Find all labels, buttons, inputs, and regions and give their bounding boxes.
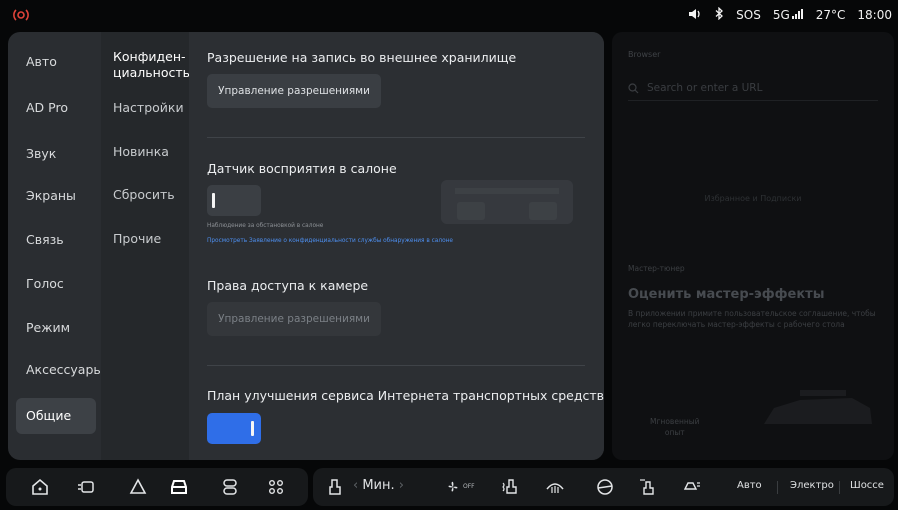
volume-icon	[688, 8, 702, 23]
bluetooth-icon	[714, 6, 724, 23]
nav-item-mode[interactable]: Режим	[16, 310, 96, 346]
divider	[207, 365, 585, 366]
tuner-title[interactable]: Оценить мастер-эффекты	[628, 287, 824, 302]
apps-icon[interactable]	[266, 477, 286, 497]
drive-mode-auto[interactable]: Авто	[737, 480, 762, 491]
divider	[207, 137, 585, 138]
subnav-item-reset[interactable]: Сбросить	[113, 187, 189, 203]
subnav-privacy-line2: циальность	[113, 65, 190, 80]
radar-alert-icon[interactable]	[12, 7, 30, 23]
subnav-item-other[interactable]: Прочие	[113, 231, 189, 247]
instant-line2: опыт	[664, 428, 685, 437]
search-icon	[628, 82, 639, 93]
url-placeholder: Search or enter a URL	[647, 82, 763, 94]
drive-mode-electric[interactable]: Электро	[790, 480, 834, 491]
nav-item-sound[interactable]: Звук	[16, 136, 96, 172]
temperature-value: Мин.	[362, 478, 395, 493]
dashboard-icon[interactable]	[76, 477, 96, 497]
fan-icon	[448, 481, 458, 492]
subnav-item-new[interactable]: Новинка	[113, 144, 189, 160]
subnav-item-privacy[interactable]: Конфиден- циальность	[113, 49, 190, 81]
tuner-description: В приложении примите пользовательское со…	[628, 309, 876, 329]
nav-item-accessories[interactable]: Аксессуары	[16, 352, 103, 388]
camera-access-title: Права доступа к камере	[207, 278, 369, 293]
cabin-sensor-caption: Наблюдение за обстановкой в салоне	[207, 223, 324, 229]
network-indicator: 5G	[773, 8, 804, 22]
camera-manage-permissions-button[interactable]: Управление разрешениями	[207, 302, 381, 336]
rear-defrost-icon[interactable]	[681, 477, 701, 497]
seat-icon[interactable]	[325, 477, 345, 497]
climate-dock: ‹ Мин. › OFF Авто Электро Шоссе	[313, 468, 894, 506]
secondary-nav: Конфиден- циальность Настройки Новинка С…	[101, 32, 190, 460]
sos-label[interactable]: SOS	[736, 8, 761, 22]
navigation-icon[interactable]	[128, 477, 148, 497]
steering-heat-icon[interactable]	[595, 477, 615, 497]
tuner-label: Мастер-тюнер	[628, 264, 685, 273]
car-silhouette-image	[764, 390, 872, 424]
subnav-privacy-line1: Конфиден-	[113, 49, 186, 64]
nav-item-general[interactable]: Общие	[16, 398, 96, 434]
clock: 18:00	[857, 8, 892, 22]
seat-heat-icon[interactable]	[501, 477, 521, 497]
settings-panel: Авто AD Pro Звук Экраны Связь Голос Режи…	[8, 32, 604, 460]
cabin-sensor-toggle[interactable]	[207, 185, 261, 216]
nav-item-voice[interactable]: Голос	[16, 266, 96, 302]
storage-permission-title: Разрешение на запись во внешнее хранилищ…	[207, 50, 517, 65]
mode-separator	[777, 481, 778, 494]
outside-temperature: 27°C	[815, 8, 846, 22]
nav-item-connection[interactable]: Связь	[16, 222, 96, 258]
network-label: 5G	[772, 8, 790, 22]
status-bar: SOS 5G 27°C 18:00	[0, 0, 898, 30]
side-widgets-panel: Browser Search or enter a URL Избранное …	[612, 32, 894, 460]
mode-separator	[839, 481, 840, 494]
bottom-dock: ‹ Мин. › OFF Авто Электро Шоссе	[0, 468, 898, 510]
browser-label: Browser	[628, 50, 661, 59]
seat-vent-icon[interactable]	[637, 477, 657, 497]
phone-icon[interactable]	[220, 477, 240, 497]
instant-experience-label[interactable]: Мгновенный опыт	[650, 416, 700, 438]
fan-state-label: OFF	[463, 483, 475, 490]
nav-item-ad-pro[interactable]: AD Pro	[16, 90, 96, 126]
improvement-plan-toggle[interactable]	[207, 413, 261, 444]
temperature-control[interactable]: ‹ Мин. ›	[353, 478, 404, 493]
subnav-item-settings[interactable]: Настройки	[113, 100, 189, 116]
browser-empty-text: Избранное и Подписки	[704, 194, 802, 203]
windshield-defrost-icon[interactable]	[545, 477, 565, 497]
browser-url-bar[interactable]: Search or enter a URL	[628, 76, 878, 101]
car-icon[interactable]	[169, 477, 189, 497]
cabin-sensor-title: Датчик восприятия в салоне	[207, 161, 397, 176]
drive-mode-highway[interactable]: Шоссе	[850, 480, 884, 491]
cabin-sensor-privacy-link[interactable]: Просмотреть Заявление о конфиденциальнос…	[207, 238, 453, 244]
primary-nav: Авто AD Pro Звук Экраны Связь Голос Режи…	[8, 32, 103, 460]
storage-manage-permissions-button[interactable]: Управление разрешениями	[207, 74, 381, 108]
fan-control[interactable]: OFF	[443, 477, 477, 497]
instant-line1: Мгновенный	[650, 417, 700, 426]
privacy-content: Разрешение на запись во внешнее хранилищ…	[189, 32, 604, 460]
cabin-camera-image	[441, 180, 573, 224]
nav-item-auto[interactable]: Авто	[16, 44, 96, 80]
home-icon[interactable]	[30, 477, 50, 497]
app-dock	[6, 468, 308, 506]
nav-item-screens[interactable]: Экраны	[16, 178, 96, 214]
improvement-plan-title: План улучшения сервиса Интернета транспо…	[207, 388, 604, 403]
